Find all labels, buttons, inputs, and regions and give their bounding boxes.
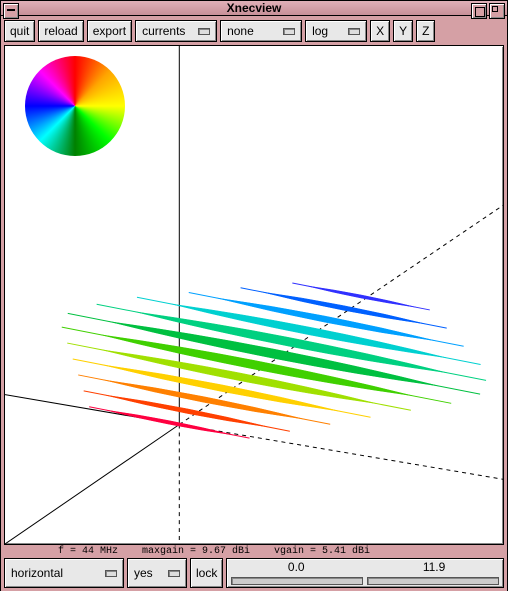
render-canvas[interactable] <box>4 45 504 545</box>
dropdown-indicator-icon <box>105 570 117 577</box>
dropdown-indicator-icon <box>283 28 295 35</box>
reload-button[interactable]: reload <box>38 20 83 42</box>
antenna-wire <box>292 283 429 310</box>
readout-values: 0.0 11.9 <box>227 559 503 575</box>
window-menu-button[interactable] <box>3 3 19 19</box>
view-z-button[interactable]: Z <box>416 20 435 42</box>
export-button[interactable]: export <box>87 20 132 42</box>
view-mode-dropdown[interactable]: currents <box>135 20 217 42</box>
yes-dropdown[interactable]: yes <box>127 558 187 588</box>
readout-panel: 0.0 11.9 <box>226 558 504 588</box>
dropdown-indicator-icon <box>348 28 360 35</box>
window-title: Xnecview <box>227 1 282 15</box>
antenna-wire <box>89 407 249 438</box>
overlay-dropdown[interactable]: none <box>220 20 302 42</box>
color-wheel-icon <box>25 56 125 156</box>
quit-button[interactable]: quit <box>4 20 35 42</box>
status-line: f = 44 MHz maxgain = 9.67 dBi vgain = 5.… <box>4 545 504 558</box>
scale-dropdown[interactable]: log <box>305 20 367 42</box>
titlebar[interactable]: Xnecview <box>1 1 507 16</box>
window-maximize-button[interactable] <box>471 3 487 19</box>
view-y-button[interactable]: Y <box>393 20 413 42</box>
app-window: Xnecview quit reload export currents non… <box>0 0 508 591</box>
readout-bars <box>227 575 503 587</box>
bottom-toolbar: horizontal yes lock 0.0 11.9 <box>4 558 504 588</box>
slider-2[interactable] <box>367 577 499 585</box>
lock-button[interactable]: lock <box>190 558 223 588</box>
dropdown-indicator-icon <box>198 28 210 35</box>
axis-y-neg <box>5 424 179 544</box>
readout-value-2: 11.9 <box>365 559 503 575</box>
window-minimize-button[interactable] <box>489 3 505 19</box>
axis-x-dash <box>179 424 503 479</box>
client-area: quit reload export currents none log X Y… <box>1 16 507 591</box>
slider-1[interactable] <box>231 577 363 585</box>
dropdown-indicator-icon <box>168 570 180 577</box>
view-x-button[interactable]: X <box>370 20 390 42</box>
polarization-dropdown[interactable]: horizontal <box>4 558 124 588</box>
readout-value-1: 0.0 <box>227 559 365 575</box>
top-toolbar: quit reload export currents none log X Y… <box>4 19 504 45</box>
